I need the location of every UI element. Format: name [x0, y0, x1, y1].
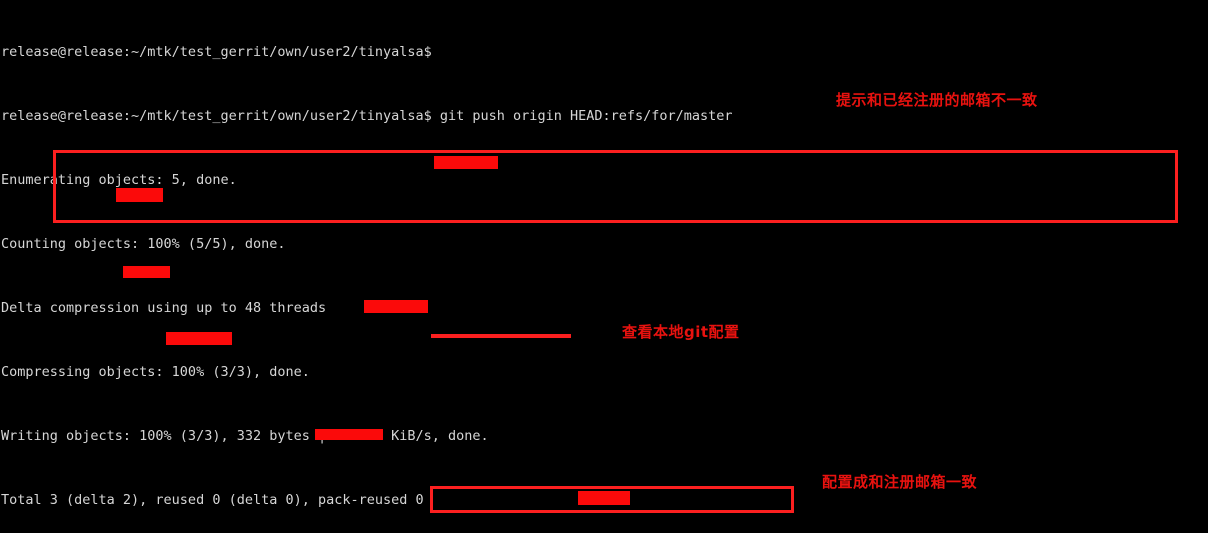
redaction-bar-origin-url-ip [315, 429, 383, 440]
redaction-bar-config-email-domain [166, 332, 232, 345]
terminal-screen: release@release:~/mtk/test_gerrit/own/us… [0, 0, 1208, 533]
annotation-view-local-git-config: 查看本地git配置 [622, 323, 740, 341]
terminal-line-6: Compressing objects: 100% (3/3), done. [0, 364, 1208, 380]
redaction-bar-push-error-ip [364, 300, 428, 313]
terminal-line-5: Delta compression using up to 48 threads [0, 300, 1208, 316]
redaction-bar-registered-email [116, 188, 163, 202]
redaction-bar-email-domain [434, 156, 498, 169]
terminal-line-1: release@release:~/mtk/test_gerrit/own/us… [0, 44, 1208, 60]
output-total: Total 3 (delta 2), reused 0 (delta 0), p… [1, 492, 424, 508]
terminal-line-3: Enumerating objects: 5, done. [0, 172, 1208, 188]
output-writing: Writing objects: 100% (3/3), 332 bytes |… [1, 428, 489, 444]
terminal-line-2: release@release:~/mtk/test_gerrit/own/us… [0, 108, 1208, 124]
terminal-line-7: Writing objects: 100% (3/3), 332 bytes |… [0, 428, 1208, 444]
terminal-window[interactable]: release@release:~/mtk/test_gerrit/own/us… [0, 0, 1208, 533]
redaction-bar-remote-ip [123, 266, 170, 278]
command-git-push: git push origin HEAD:refs/for/master [439, 108, 733, 124]
output-counting: Counting objects: 100% (5/5), done. [1, 236, 286, 252]
output-compressing: Compressing objects: 100% (3/3), done. [1, 364, 310, 380]
annotation-email-mismatch: 提示和已经注册的邮箱不一致 [836, 91, 1038, 109]
shell-prompt: release@release:~/mtk/test_gerrit/own/us… [1, 44, 432, 60]
shell-prompt: release@release:~/mtk/test_gerrit/own/us… [1, 108, 440, 124]
annotation-configure-matching-email: 配置成和注册邮箱一致 [822, 473, 978, 491]
highlight-underline-git-config-list [431, 334, 571, 338]
output-enumerating: Enumerating objects: 5, done. [1, 172, 237, 188]
terminal-line-4: Counting objects: 100% (5/5), done. [0, 236, 1208, 252]
output-delta-compression: Delta compression using up to 48 threads [1, 300, 327, 316]
redaction-bar-new-email [578, 491, 630, 505]
